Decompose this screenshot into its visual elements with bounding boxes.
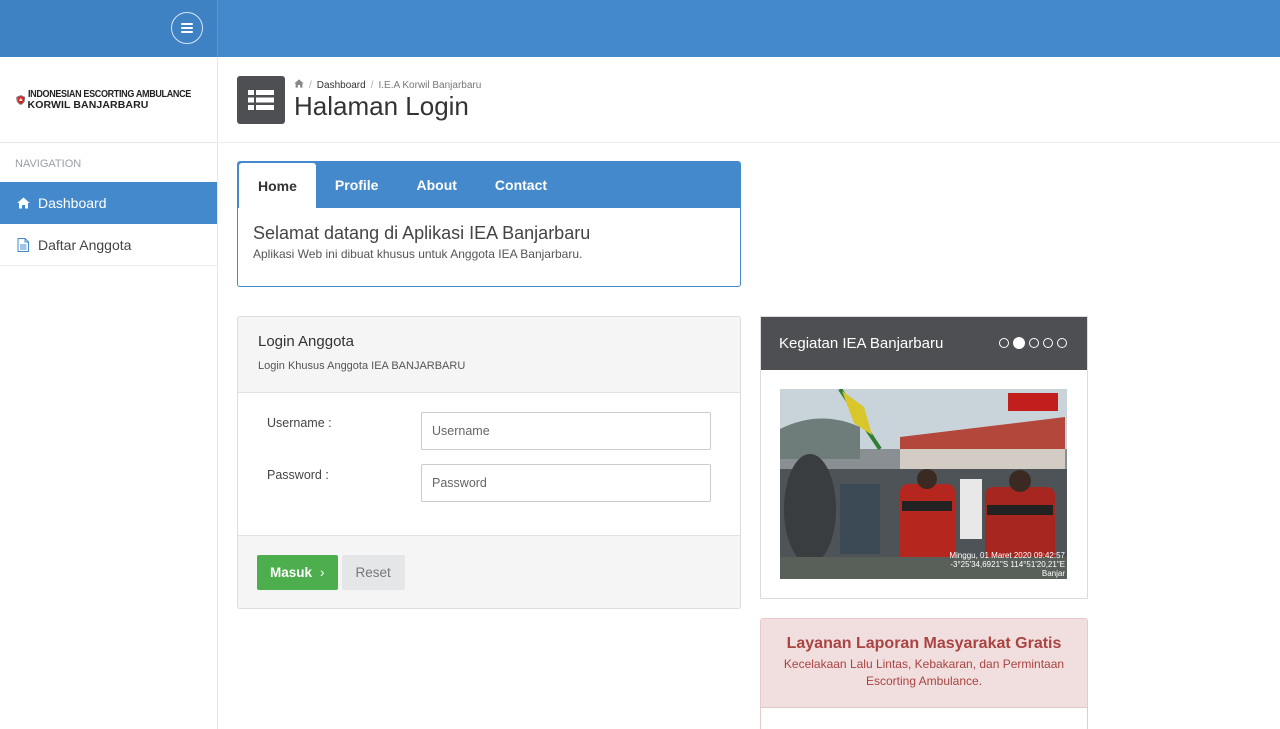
photo-timestamp: Minggu, 01 Maret 2020 09:42:57 -3°25'34,…: [949, 551, 1065, 578]
tab-profile[interactable]: Profile: [316, 162, 398, 208]
breadcrumb-item-dashboard[interactable]: Dashboard: [317, 80, 366, 91]
reset-button[interactable]: Reset: [341, 555, 405, 590]
masuk-button[interactable]: Masuk ›: [257, 555, 338, 590]
password-input[interactable]: [421, 464, 711, 502]
carousel-dot-1[interactable]: [999, 338, 1009, 348]
welcome-tab-panel: Home Profile About Contact Selamat datan…: [237, 161, 741, 287]
logo-text: INDONESIAN ESCORTING AMBULANCE KORWIL BA…: [27, 87, 217, 111]
photo-stamp-line-3: Banjar: [1041, 569, 1065, 578]
activity-panel-header: Kegiatan IEA Banjarbaru: [761, 317, 1087, 370]
service-info-panel: Layanan Laporan Masyarakat Gratis Kecela…: [760, 618, 1088, 729]
sidebar-item-label: Dashboard: [38, 194, 107, 211]
carousel-photo[interactable]: Minggu, 01 Maret 2020 09:42:57 -3°25'34,…: [780, 389, 1067, 579]
nav-section-header: NAVIGATION: [15, 158, 82, 170]
login-subtitle: Login Khusus Anggota IEA BANJARBARU: [258, 360, 466, 372]
masuk-button-label: Masuk: [270, 565, 313, 580]
sidebar-item-daftar-anggota[interactable]: Daftar Anggota: [0, 224, 217, 266]
menu-toggle-button[interactable]: [171, 12, 203, 44]
username-label: Username :: [267, 416, 332, 430]
page-header: / Dashboard / I.E.A Korwil Banjarbaru Ha…: [219, 57, 1280, 143]
logo-line-2: KORWIL BANJARBARU: [27, 98, 149, 111]
login-title: Login Anggota: [258, 333, 354, 350]
top-navbar: [0, 0, 1280, 57]
login-panel: Login Anggota Login Khusus Anggota IEA B…: [237, 316, 741, 609]
carousel-indicators: [999, 337, 1067, 349]
carousel-dot-3[interactable]: [1029, 338, 1039, 348]
tab-content: Selamat datang di Aplikasi IEA Banjarbar…: [238, 208, 740, 276]
photo-stamp-line-1: Minggu, 01 Maret 2020 09:42:57: [949, 551, 1065, 560]
tab-about[interactable]: About: [397, 162, 475, 208]
chevron-right-icon: ›: [320, 565, 325, 580]
sidebar: INDONESIAN ESCORTING AMBULANCE KORWIL BA…: [0, 57, 218, 729]
tab-home[interactable]: Home: [239, 163, 316, 208]
username-row: Username :: [267, 412, 711, 450]
document-icon: [15, 237, 31, 252]
password-row: Password :: [267, 464, 711, 502]
list-icon: [237, 76, 285, 124]
carousel-dot-2[interactable]: [1013, 337, 1025, 349]
logo[interactable]: INDONESIAN ESCORTING AMBULANCE KORWIL BA…: [0, 57, 217, 143]
login-panel-footer: Masuk › Reset: [238, 536, 740, 608]
sidebar-item-dashboard[interactable]: Dashboard: [0, 182, 217, 224]
password-label: Password :: [267, 468, 329, 482]
page-title: Halaman Login: [294, 91, 469, 121]
carousel-dot-5[interactable]: [1057, 338, 1067, 348]
tab-contact[interactable]: Contact: [476, 162, 566, 208]
logo-line-1: INDONESIAN ESCORTING AMBULANCE: [27, 87, 191, 100]
home-icon[interactable]: [294, 79, 304, 91]
login-panel-header: Login Anggota Login Khusus Anggota IEA B…: [238, 317, 740, 393]
breadcrumb: / Dashboard / I.E.A Korwil Banjarbaru: [294, 79, 481, 91]
tab-bar: Home Profile About Contact: [238, 162, 740, 208]
home-icon: [15, 197, 31, 209]
menu-icon: [181, 23, 193, 33]
activity-carousel-panel: Kegiatan IEA Banjarbaru Minggu, 01 Maret…: [760, 316, 1088, 599]
activity-title: Kegiatan IEA Banjarbaru: [779, 335, 944, 352]
breadcrumb-separator: /: [370, 79, 374, 91]
breadcrumb-item-current: I.E.A Korwil Banjarbaru: [378, 79, 482, 91]
welcome-text: Aplikasi Web ini dibuat khusus untuk Ang…: [253, 247, 583, 261]
navbar-brand-area: [0, 0, 218, 57]
breadcrumb-separator: /: [309, 79, 312, 91]
welcome-heading: Selamat datang di Aplikasi IEA Banjarbar…: [253, 223, 591, 243]
sidebar-item-label: Daftar Anggota: [38, 236, 132, 253]
service-info-header: Layanan Laporan Masyarakat Gratis Kecela…: [761, 619, 1087, 708]
service-text: Kecelakaan Lalu Lintas, Kebakaran, dan P…: [783, 657, 1065, 688]
login-form: Username : Password :: [238, 393, 740, 536]
service-title: Layanan Laporan Masyarakat Gratis: [786, 635, 1062, 652]
username-input[interactable]: [421, 412, 711, 450]
iea-shield-logo: [16, 94, 26, 105]
photo-stamp-line-2: -3°25'34,6921"S 114°51'20,21"E: [950, 560, 1065, 569]
carousel-dot-4[interactable]: [1043, 338, 1053, 348]
